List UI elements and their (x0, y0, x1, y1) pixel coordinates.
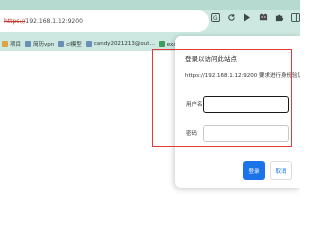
page-icon (58, 41, 65, 47)
extension-icon[interactable] (258, 12, 268, 22)
url-text[interactable]: https://192.168.1.12:9200 (4, 18, 83, 25)
url-host: 192.168.1.12:9200 (25, 17, 83, 25)
bookmark-item[interactable]: cl模型 (58, 40, 82, 48)
tab-strip (0, 0, 300, 10)
folder-icon (2, 41, 8, 47)
bookmark-label: 简历vpn (33, 42, 55, 48)
browser-window: https://192.168.1.12:9200 G 项目 简历vpn cl模… (0, 0, 300, 225)
sidebar-icon[interactable] (290, 12, 300, 22)
toolbar-icons: G (210, 12, 300, 22)
login-button[interactable]: 登录 (243, 161, 265, 180)
address-bar[interactable]: https://192.168.1.12:9200 (0, 10, 209, 32)
page-icon (25, 41, 32, 47)
bookmark-item[interactable]: candy2021213@out... (85, 41, 155, 47)
bookmark-label: candy2021213@out... (93, 41, 155, 47)
page-icon (158, 41, 165, 47)
bookmark-item[interactable]: 项目 (2, 40, 21, 48)
highlight-box (152, 49, 292, 147)
translate-icon[interactable]: G (210, 12, 220, 22)
bookmark-label: 项目 (10, 42, 22, 48)
page-icon (85, 41, 92, 47)
url-scheme: https:// (4, 17, 26, 25)
bookmark-item[interactable]: 简历vpn (25, 40, 54, 48)
play-icon[interactable] (242, 12, 252, 22)
svg-text:G: G (213, 15, 218, 22)
bookmark-label: cl模型 (66, 42, 82, 48)
puzzle-icon[interactable] (274, 12, 284, 22)
cancel-button[interactable]: 取消 (270, 161, 292, 180)
refresh-icon[interactable] (226, 12, 236, 22)
